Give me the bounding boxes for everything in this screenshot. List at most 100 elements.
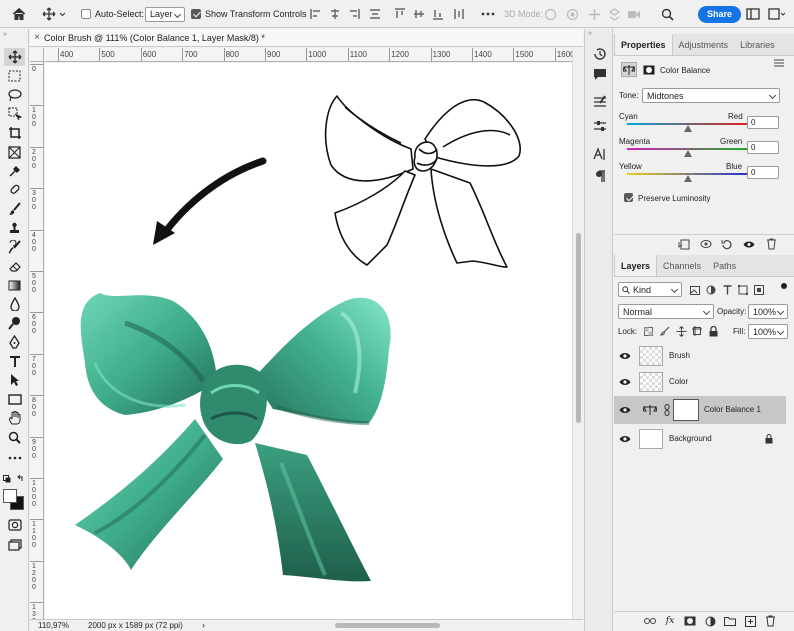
filter-toggle-dot[interactable] xyxy=(781,283,787,289)
layer-mask-thumbnail[interactable] xyxy=(673,399,699,421)
auto-select-dropdown[interactable]: Layer xyxy=(145,6,185,22)
tab-libraries[interactable]: Libraries xyxy=(734,34,781,55)
balance-scale-icon[interactable] xyxy=(621,62,637,77)
yellow-blue-value[interactable]: 0 xyxy=(747,166,779,179)
collapse-icon[interactable]: » xyxy=(3,31,7,38)
new-group-icon[interactable] xyxy=(724,615,736,627)
visibility-eye-icon[interactable] xyxy=(619,434,631,444)
move-tool-icon[interactable] xyxy=(4,48,25,66)
delete-adjustment-icon[interactable] xyxy=(765,238,777,250)
home-icon[interactable] xyxy=(12,0,26,28)
horizontal-ruler[interactable]: 400 500 600 700 800 900 1000 1100 1200 1300 1400 15… xyxy=(44,48,572,62)
lasso-tool-icon[interactable] xyxy=(4,86,25,104)
pen-tool-icon[interactable] xyxy=(4,333,25,351)
delete-layer-icon[interactable] xyxy=(764,615,776,627)
new-layer-icon[interactable] xyxy=(744,615,756,627)
blur-tool-icon[interactable] xyxy=(4,295,25,313)
more-options-icon[interactable] xyxy=(481,0,495,28)
cyan-red-slider-thumb[interactable] xyxy=(683,125,692,132)
move-tool-preset-icon[interactable] xyxy=(42,0,66,28)
history-panel-icon[interactable] xyxy=(590,45,609,63)
magenta-green-value[interactable]: 0 xyxy=(747,141,779,154)
quick-mask-icon[interactable] xyxy=(4,516,25,534)
magenta-green-slider-thumb[interactable] xyxy=(683,150,692,157)
ruler-corner[interactable] xyxy=(30,48,44,62)
tab-adjustments[interactable]: Adjustments xyxy=(673,34,735,55)
tab-properties[interactable]: Properties xyxy=(614,34,673,55)
paragraph-panel-icon[interactable] xyxy=(590,167,609,185)
filter-pixel-icon[interactable] xyxy=(689,284,701,296)
document-canvas[interactable] xyxy=(45,63,572,619)
visibility-eye-icon[interactable] xyxy=(619,377,631,387)
layer-row-background[interactable]: Background xyxy=(614,425,786,453)
screen-mode-icon[interactable] xyxy=(4,536,25,554)
tab-layers[interactable]: Layers xyxy=(614,255,658,276)
layer-style-icon[interactable]: fx xyxy=(664,615,676,627)
filter-adjustment-icon[interactable] xyxy=(705,284,717,296)
history-brush-tool-icon[interactable] xyxy=(4,238,25,256)
object-select-tool-icon[interactable] xyxy=(4,105,25,123)
panel-menu-icon[interactable] xyxy=(774,59,784,69)
crop-tool-icon[interactable] xyxy=(4,124,25,142)
layer-filter-kind[interactable]: Kind xyxy=(618,282,682,297)
eyedropper-tool-icon[interactable] xyxy=(4,162,25,180)
visibility-eye-icon[interactable] xyxy=(619,351,631,361)
dodge-tool-icon[interactable] xyxy=(4,314,25,332)
align-top-icon[interactable] xyxy=(394,0,406,28)
color-swatches[interactable] xyxy=(3,489,25,511)
filter-type-icon[interactable] xyxy=(721,284,733,296)
type-tool-icon[interactable] xyxy=(4,352,25,370)
clone-stamp-tool-icon[interactable] xyxy=(4,219,25,237)
align-right-icon[interactable] xyxy=(348,0,360,28)
layer-row-brush[interactable]: Brush xyxy=(614,342,786,370)
auto-select-checkbox[interactable] xyxy=(81,0,91,28)
distribute-icon[interactable] xyxy=(369,0,381,28)
layer-mask-icon[interactable] xyxy=(641,62,656,77)
reset-icon[interactable] xyxy=(721,238,733,250)
visibility-eye-icon[interactable] xyxy=(619,405,631,415)
lock-transparent-icon[interactable] xyxy=(642,325,654,337)
opacity-value[interactable]: 100% xyxy=(748,304,788,319)
close-tab-icon[interactable]: × xyxy=(30,32,44,43)
lock-pixels-icon[interactable] xyxy=(659,325,671,337)
align-middle-v-icon[interactable] xyxy=(413,0,425,28)
toggle-visibility-icon[interactable] xyxy=(743,238,755,250)
tone-dropdown[interactable]: Midtones xyxy=(642,88,780,103)
vertical-scrollbar[interactable] xyxy=(572,48,583,619)
mask-link-icon[interactable] xyxy=(664,404,670,416)
lock-position-icon[interactable] xyxy=(675,325,687,337)
clip-to-layer-icon[interactable] xyxy=(678,238,690,250)
edit-toolbar-icon[interactable] xyxy=(4,449,25,467)
align-left-icon[interactable] xyxy=(310,0,322,28)
layer-row-color-balance[interactable]: Color Balance 1 xyxy=(614,396,786,424)
view-previous-icon[interactable] xyxy=(700,238,712,250)
gradient-tool-icon[interactable] xyxy=(4,276,25,294)
distribute-v-icon[interactable] xyxy=(453,0,465,28)
foreground-color-swatch[interactable] xyxy=(3,489,17,503)
vertical-scroll-thumb[interactable] xyxy=(576,233,581,423)
path-selection-tool-icon[interactable] xyxy=(4,371,25,389)
brush-tool-icon[interactable] xyxy=(4,200,25,218)
new-adjustment-layer-icon[interactable] xyxy=(704,615,716,627)
layer-row-color[interactable]: Color xyxy=(614,368,786,396)
status-menu-arrow[interactable]: › xyxy=(202,620,205,630)
comments-panel-icon[interactable] xyxy=(590,65,609,83)
expand-strip-icon[interactable]: » xyxy=(588,30,592,37)
marquee-tool-icon[interactable] xyxy=(4,67,25,85)
eraser-tool-icon[interactable] xyxy=(4,257,25,275)
character-panel-icon[interactable] xyxy=(590,145,609,163)
lock-all-icon[interactable] xyxy=(707,325,719,337)
link-layers-icon[interactable] xyxy=(644,615,656,627)
workspace-icon[interactable] xyxy=(746,0,760,28)
hand-tool-icon[interactable] xyxy=(4,409,25,427)
preserve-luminosity-checkbox[interactable] xyxy=(624,193,633,204)
align-bottom-icon[interactable] xyxy=(432,0,444,28)
filter-shape-icon[interactable] xyxy=(737,284,749,296)
tab-paths[interactable]: Paths xyxy=(707,255,742,276)
share-button[interactable]: Share xyxy=(698,5,742,23)
blend-mode-dropdown[interactable]: Normal xyxy=(618,304,714,319)
yellow-blue-slider-thumb[interactable] xyxy=(683,175,692,182)
default-colors-icon[interactable] xyxy=(3,474,27,485)
healing-brush-tool-icon[interactable] xyxy=(4,181,25,199)
tab-channels[interactable]: Channels xyxy=(657,255,707,276)
